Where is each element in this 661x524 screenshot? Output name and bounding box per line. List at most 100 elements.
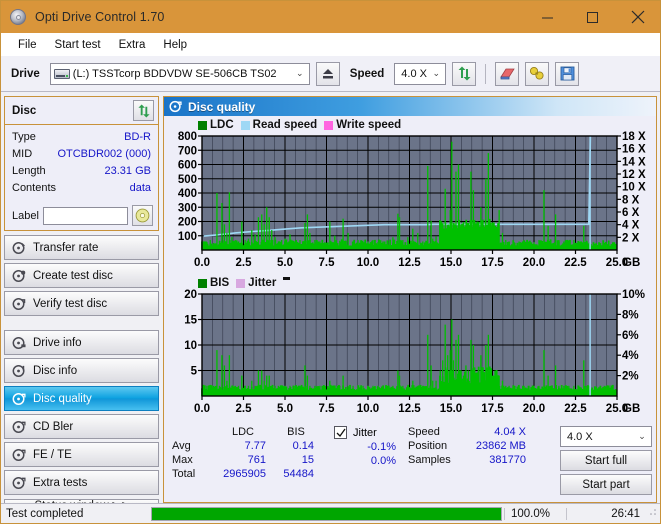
legend-swatch-read-speed [241,121,250,130]
sidebar-item-label: Extra tests [33,477,87,489]
stats-row-label-total: Total [172,468,214,480]
svg-text:20.0: 20.0 [523,257,545,269]
svg-text:17.5: 17.5 [481,403,504,415]
stats-max-bis: 15 [272,454,320,466]
plug-button[interactable] [525,62,549,86]
position-stat-value: 23862 MB [464,440,526,452]
chevron-down-icon: ⌄ [635,431,649,442]
status-message: Test completed [1,508,149,520]
progress-bar-fill [152,508,501,520]
disc-panel-header: Disc [5,97,158,125]
svg-text:10%: 10% [622,289,645,301]
sidebar-item-cd-bler[interactable]: CD Bler [4,414,159,439]
main-body: Disc Type BD-R MID OTCBDR002 (000) Lengt… [1,92,660,503]
svg-text:600: 600 [178,160,197,172]
speed-select[interactable]: 4.0 X ⌄ [394,63,446,85]
disc-bler-icon [12,420,26,434]
svg-text:17.5: 17.5 [481,257,504,269]
sidebar-item-disc-quality[interactable]: Disc quality [4,386,159,411]
status-bar: Test completed 100.0% 26:41 [1,503,660,523]
sidebar-item-label: CD Bler [33,421,73,433]
sidebar-item-verify-test-disc[interactable]: Verify test disc [4,291,159,316]
sidebar-item-create-test-disc[interactable]: Create test disc [4,263,159,288]
sidebar-item-label: Disc quality [33,393,92,405]
disc-quality-icon [169,100,182,113]
svg-text:4 X: 4 X [622,220,640,232]
svg-text:8%: 8% [622,309,639,321]
disc-quality-panel: Disc quality LDC Read speed Write speed … [163,96,657,503]
sidebar-item-extra-tests[interactable]: Extra tests [4,470,159,495]
legend-label-ldc: LDC [210,119,234,131]
menu-item-start-test[interactable]: Start test [47,36,109,54]
resize-grip[interactable] [648,507,660,520]
close-button[interactable] [615,1,660,33]
bis-plot: 5 10 15 20 2% 4% 6% 8% 10% 0.0 2.5 5.0 7.5 10.0 12.5 15… [168,290,655,418]
disc-panel-title: Disc [12,105,36,117]
menu-bar: File Start test Extra Help [1,33,660,56]
drive-select[interactable]: (L:) TSSTcorp BDDVDW SE-506CB TS02 ⌄ [50,63,310,85]
svg-text:22.5: 22.5 [564,403,587,415]
svg-text:20.0: 20.0 [523,403,545,415]
jitter-checkbox[interactable] [334,426,347,439]
menu-item-extra[interactable]: Extra [111,36,154,54]
erase-button[interactable] [495,62,519,86]
disc-type-label: Type [12,130,36,145]
optical-drive-icon [54,67,70,80]
drive-select-value: (L:) TSSTcorp BDDVDW SE-506CB TS02 [70,68,293,80]
svg-text:6 X: 6 X [622,207,640,219]
svg-text:15: 15 [184,315,197,327]
legend-swatch-write-speed [324,121,333,130]
sidebar-item-transfer-rate[interactable]: Transfer rate [4,235,159,260]
app-disc-icon [9,8,27,26]
start-part-button[interactable]: Start part [560,474,652,495]
legend-label-jitter: Jitter [248,277,276,289]
test-speed-select[interactable]: 4.0 X ⌄ [560,426,652,447]
stats-total-bis: 54484 [272,468,320,480]
panel-title: Disc quality [188,100,255,114]
sidebar-item-fe-te[interactable]: FE / TE [4,442,159,467]
start-full-button[interactable]: Start full [560,450,652,471]
disc-contents-label: Contents [12,181,56,196]
disc-refresh-button[interactable] [133,100,154,121]
svg-text:5.0: 5.0 [277,257,293,269]
error-stats-table: LDC BIS Avg 7.77 0.14 Max 761 15 Total 2… [172,426,320,480]
minimize-button[interactable] [525,1,570,33]
sidebar-item-disc-info[interactable]: Disc info [4,358,159,383]
disc-extra-icon [12,476,26,490]
panel-header: Disc quality [164,97,656,116]
bis-legend: BIS Jitter [168,276,652,290]
toolbar-separator [485,64,486,84]
disc-info-icon [12,364,26,378]
svg-text:12.5: 12.5 [398,257,421,269]
disc-row-mid: MID OTCBDR002 (000) [12,146,151,163]
chevron-down-icon: ⌄ [429,68,443,79]
maximize-button[interactable] [570,1,615,33]
measurement-stats: Speed 4.04 X Position 23862 MB Samples 3… [408,426,526,466]
stats-header-bis: BIS [272,426,320,438]
stats-avg-ldc: 7.77 [214,440,272,452]
menu-item-file[interactable]: File [10,36,45,54]
refresh-button[interactable] [452,62,476,86]
svg-text:100: 100 [178,231,197,243]
ldc-legend: LDC Read speed Write speed [168,118,652,132]
eject-button[interactable] [316,62,340,86]
speed-select-value: 4.0 X [398,68,429,80]
disc-label-input[interactable] [43,207,128,225]
jitter-stats: Jitter -0.1% 0.0% [334,426,396,467]
disc-properties: Type BD-R MID OTCBDR002 (000) Length 23.… [5,125,158,202]
svg-text:2%: 2% [622,371,639,383]
drive-info-icon [12,336,26,350]
menu-item-help[interactable]: Help [155,36,195,54]
stats-avg-bis: 0.14 [272,440,320,452]
jitter-avg-value: -0.1% [334,441,396,453]
save-button[interactable] [555,62,579,86]
progress-bar [151,507,502,521]
legend-entry-jitter: Jitter [236,277,276,289]
jitter-label: Jitter [353,427,377,439]
disc-length-label: Length [12,164,46,179]
disc-mid-label: MID [12,147,32,162]
stats-header-ldc: LDC [214,426,272,438]
sidebar-item-drive-info[interactable]: Drive info [4,330,159,355]
speed-label: Speed [346,68,389,80]
disc-label-button[interactable] [132,205,153,226]
